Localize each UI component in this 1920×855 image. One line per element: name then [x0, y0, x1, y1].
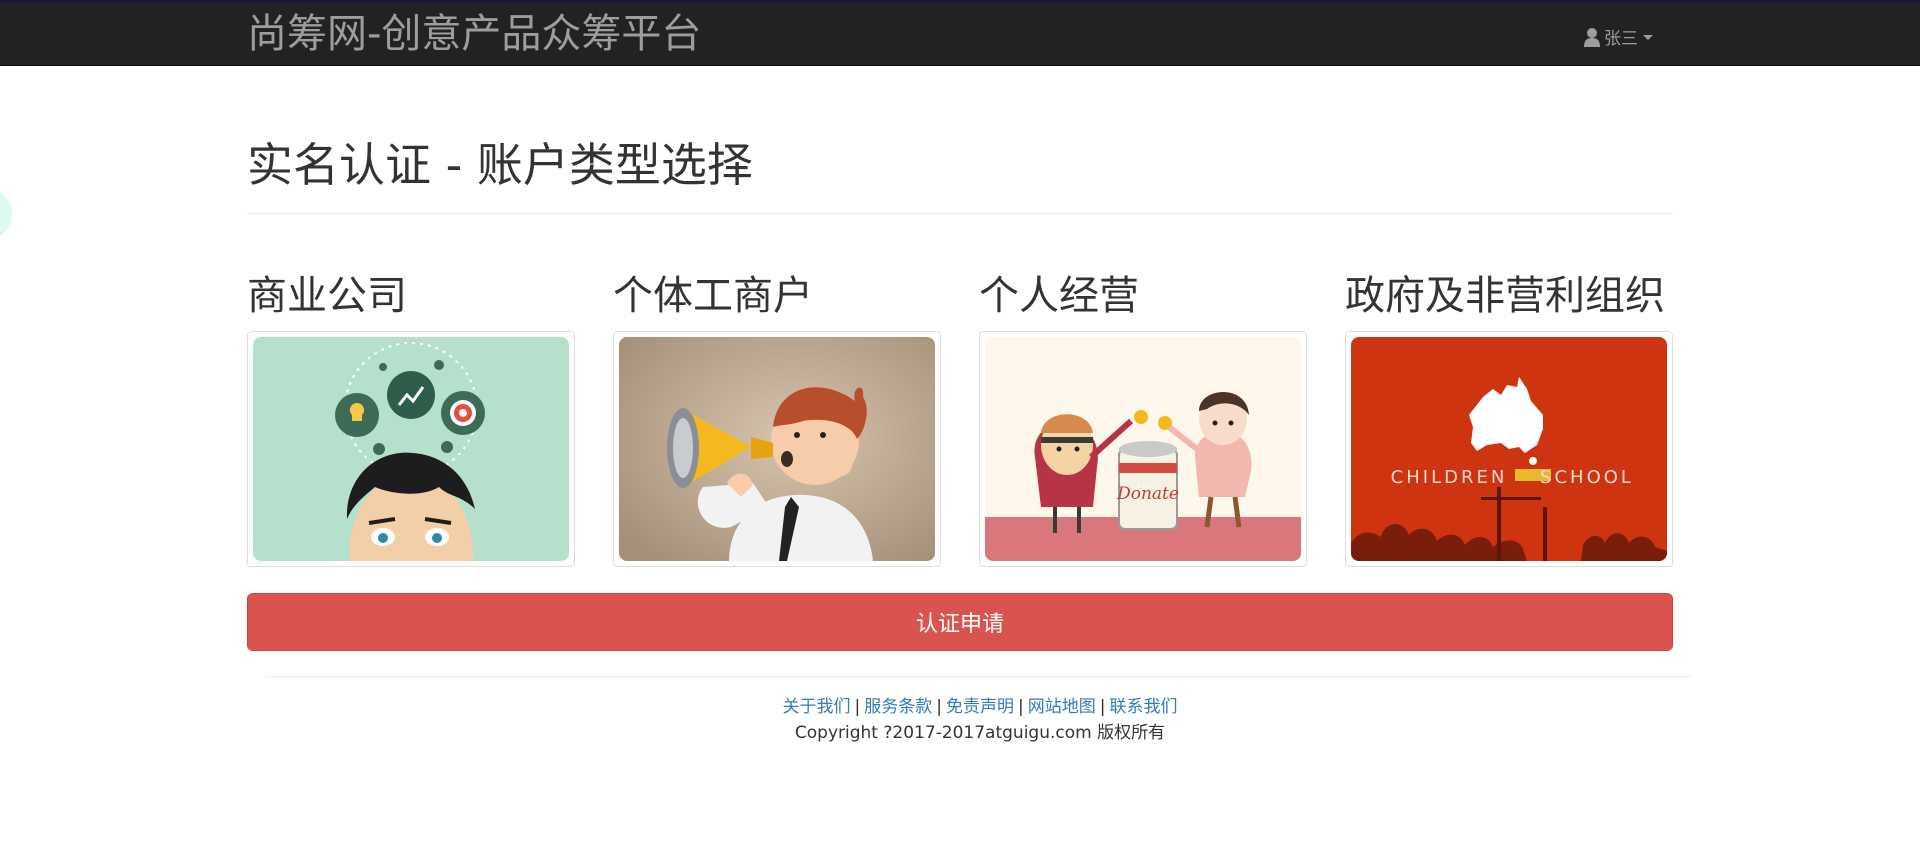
footer-link-disclaimer[interactable]: 免责声明 — [946, 697, 1014, 717]
account-type-title-government-nonprofit: 政府及非营利组织 — [1345, 273, 1665, 319]
footer-links: 关于我们 | 服务条款 | 免责声明 | 网站地图 | 联系我们 — [0, 696, 1920, 718]
footer-link-terms[interactable]: 服务条款 — [864, 697, 932, 717]
account-type-title-individual-business: 个体工商户 — [613, 273, 813, 319]
donate-can-illustration: Donate — [985, 337, 1301, 561]
account-type-card-personal[interactable]: Donate — [979, 331, 1307, 567]
account-type-card-individual-business[interactable] — [613, 331, 941, 567]
title-divider — [247, 213, 1673, 214]
page-title: 实名认证 - 账户类型选择 — [247, 138, 753, 192]
business-idea-illustration — [253, 337, 569, 561]
svg-text:Donate: Donate — [1116, 484, 1179, 504]
floating-side-widget[interactable] — [0, 188, 12, 240]
copyright-text: Copyright ?2017-2017atguigu.com 版权所有 — [794, 723, 1166, 743]
children-school-australia-illustration: CHILDREN SCHOOL — [1351, 337, 1667, 561]
footer-separator: | — [1018, 697, 1024, 717]
megaphone-man-illustration — [619, 337, 935, 561]
account-type-title-business: 商业公司 — [247, 273, 407, 319]
footer-link-about[interactable]: 关于我们 — [783, 697, 851, 717]
site-brand[interactable]: 尚筹网-创意产品众筹平台 — [247, 9, 701, 59]
top-navbar: 尚筹网-创意产品众筹平台 张三 — [0, 0, 1920, 66]
account-type-card-government-nonprofit[interactable]: CHILDREN SCHOOL — [1345, 331, 1673, 567]
footer-link-sitemap[interactable]: 网站地图 — [1028, 697, 1096, 717]
user-menu-dropdown[interactable]: 张三 — [1583, 24, 1653, 49]
svg-text:CHILDREN: CHILDREN — [1391, 467, 1508, 488]
footer-separator: | — [1099, 697, 1106, 717]
account-type-title-personal: 个人经营 — [979, 273, 1139, 319]
footer-link-contact[interactable]: 联系我们 — [1109, 697, 1177, 717]
user-name: 张三 — [1604, 29, 1638, 49]
account-type-card-business[interactable] — [247, 331, 575, 567]
user-icon — [1584, 27, 1600, 47]
apply-certification-button[interactable]: 认证申请 — [247, 593, 1673, 651]
svg-text:SCHOOL: SCHOOL — [1540, 467, 1634, 488]
caret-down-icon — [1643, 35, 1653, 40]
footer-separator: | — [936, 697, 942, 717]
footer-divider — [265, 676, 1691, 677]
footer-separator: | — [854, 697, 861, 717]
